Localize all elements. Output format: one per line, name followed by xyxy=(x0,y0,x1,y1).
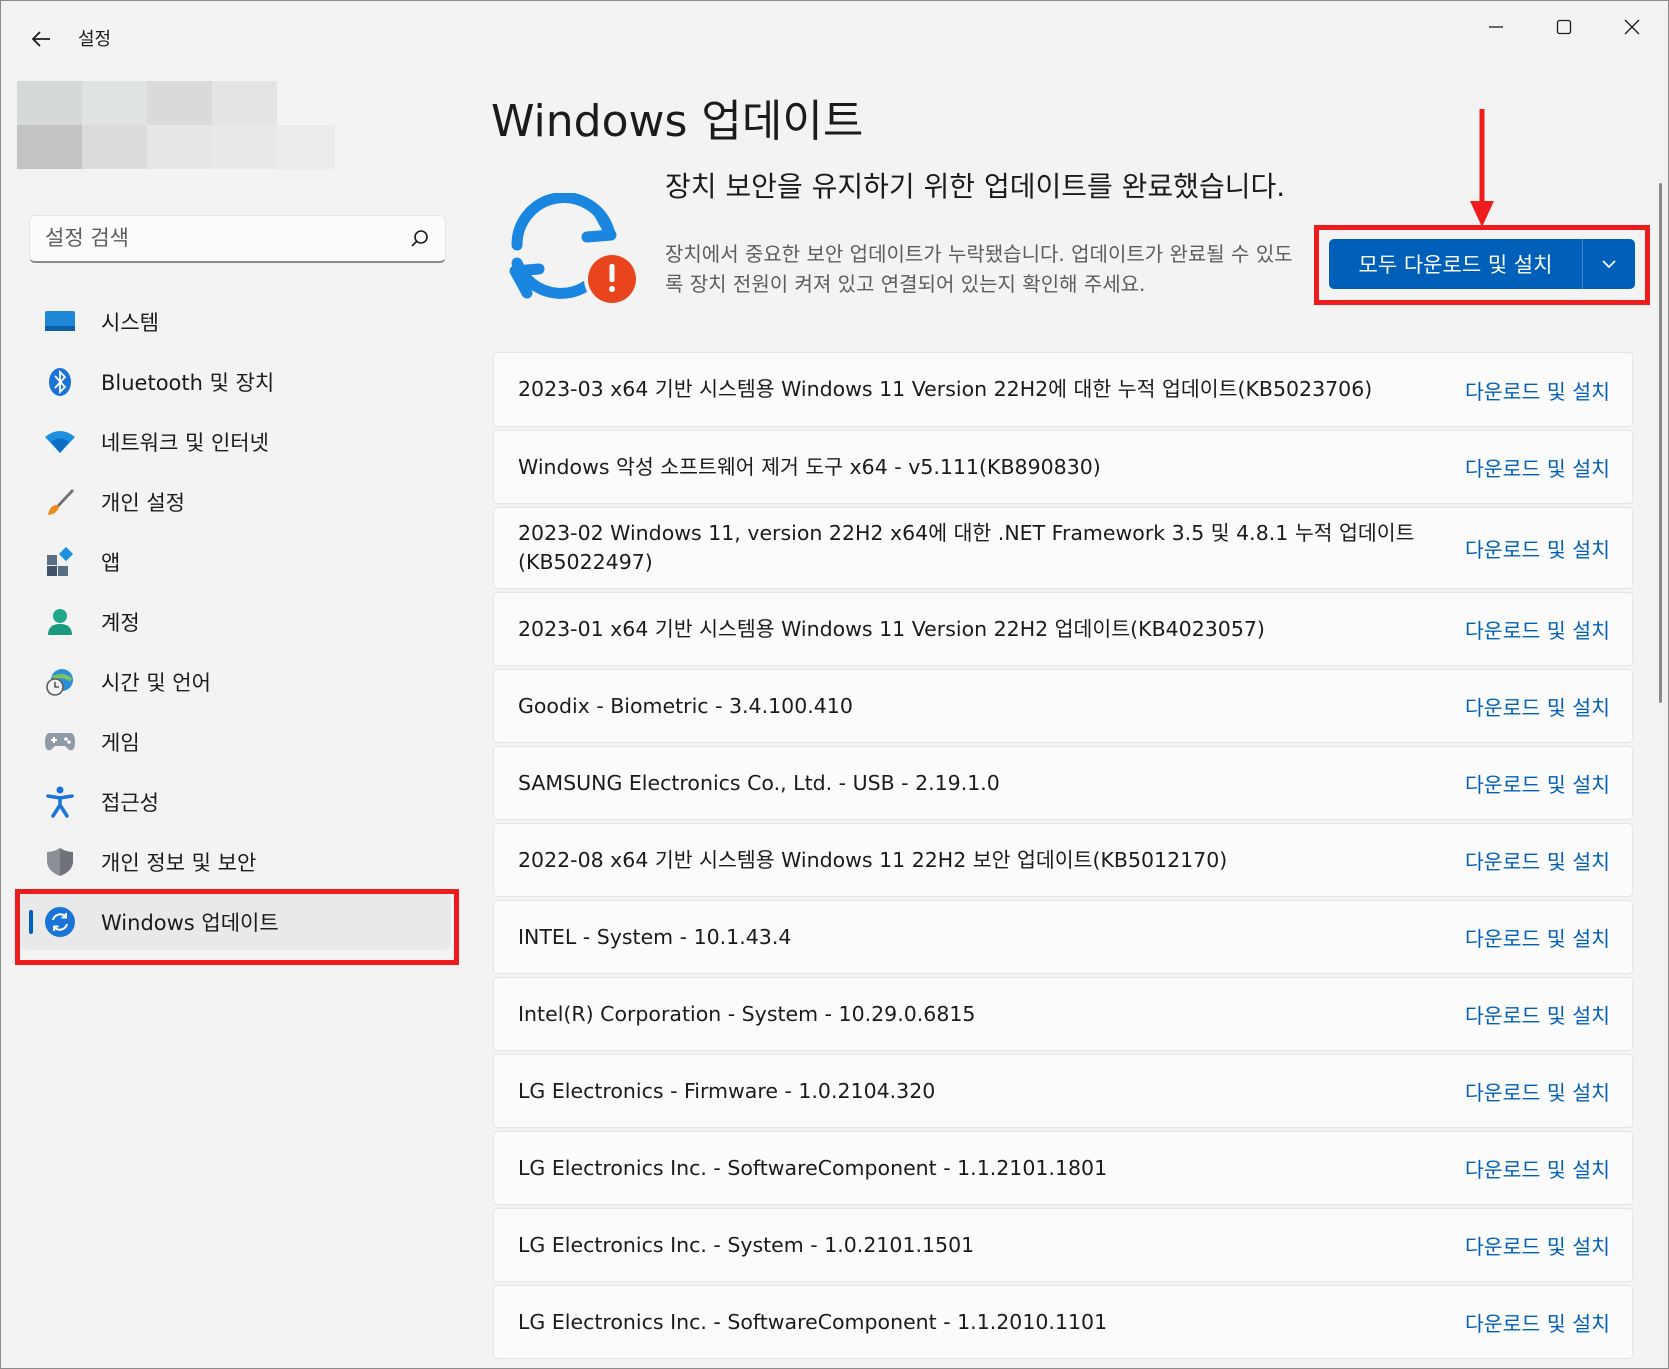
download-install-link[interactable]: 다운로드 및 설치 xyxy=(1465,1153,1610,1183)
download-install-link[interactable]: 다운로드 및 설치 xyxy=(1465,845,1610,875)
list-item: Windows 악성 소프트웨어 제거 도구 x64 - v5.111(KB89… xyxy=(493,430,1633,504)
shield-icon xyxy=(43,845,77,879)
update-name: 2023-02 Windows 11, version 22H2 x64에 대한… xyxy=(518,521,1415,574)
sidebar-item-label: 앱 xyxy=(101,551,121,575)
update-name: LG Electronics - Firmware - 1.0.2104.320 xyxy=(518,1078,936,1103)
list-item: 2023-03 x64 기반 시스템용 Windows 11 Version 2… xyxy=(493,352,1633,427)
search-icon[interactable] xyxy=(409,228,431,250)
download-install-link[interactable]: 다운로드 및 설치 xyxy=(1465,1230,1610,1260)
list-item: LG Electronics Inc. - SoftwareComponent … xyxy=(493,1285,1633,1359)
list-item: 2023-01 x64 기반 시스템용 Windows 11 Version 2… xyxy=(493,592,1633,666)
back-arrow-icon xyxy=(31,31,50,47)
chevron-down-icon xyxy=(1602,260,1616,269)
update-name: Intel(R) Corporation - System - 10.29.0.… xyxy=(518,1001,976,1026)
sidebar-item-label: 개인 정보 및 보안 xyxy=(101,851,257,875)
download-all-label[interactable]: 모두 다운로드 및 설치 xyxy=(1329,239,1583,289)
update-name: INTEL - System - 10.1.43.4 xyxy=(518,924,792,949)
settings-window: 설정 시스템 xyxy=(0,0,1669,1369)
download-install-link[interactable]: 다운로드 및 설치 xyxy=(1465,691,1610,721)
gamepad-icon xyxy=(43,725,77,759)
app-title: 설정 xyxy=(78,29,112,50)
close-button[interactable] xyxy=(1602,9,1662,45)
user-profile-blurred xyxy=(17,81,335,191)
wifi-icon xyxy=(43,425,77,459)
update-name: 2023-03 x64 기반 시스템용 Windows 11 Version 2… xyxy=(518,377,1373,401)
apps-icon xyxy=(43,545,77,579)
sidebar-item-label: 접근성 xyxy=(101,791,159,815)
sidebar-item-privacy-security[interactable]: 개인 정보 및 보안 xyxy=(21,834,451,890)
list-item: Goodix - Biometric - 3.4.100.410 다운로드 및 … xyxy=(493,669,1633,743)
list-item: 2022-08 x64 기반 시스템용 Windows 11 22H2 보안 업… xyxy=(493,823,1633,897)
update-name: 2022-08 x64 기반 시스템용 Windows 11 22H2 보안 업… xyxy=(518,847,1228,872)
download-install-link[interactable]: 다운로드 및 설치 xyxy=(1465,452,1610,482)
sidebar-item-time-language[interactable]: 시간 및 언어 xyxy=(21,654,451,710)
red-arrow-annotation xyxy=(1470,109,1494,227)
settings-search[interactable] xyxy=(29,215,446,263)
list-item: SAMSUNG Electronics Co., Ltd. - USB - 2.… xyxy=(493,746,1633,820)
status-heading: 장치 보안을 유지하기 위한 업데이트를 완료했습니다. xyxy=(665,170,1286,203)
bluetooth-icon xyxy=(43,365,77,399)
scrollbar[interactable] xyxy=(1659,183,1662,703)
close-icon xyxy=(1624,19,1640,35)
update-name: LG Electronics Inc. - SoftwareComponent … xyxy=(518,1309,1108,1334)
updates-list: 2023-03 x64 기반 시스템용 Windows 11 Version 2… xyxy=(493,352,1633,1362)
download-install-link[interactable]: 다운로드 및 설치 xyxy=(1465,1076,1610,1106)
title-bar: 설정 xyxy=(1,1,1668,73)
globe-clock-icon xyxy=(43,665,77,699)
sidebar-item-label: 시간 및 언어 xyxy=(101,671,211,695)
sidebar-item-label: Bluetooth 및 장치 xyxy=(101,371,275,395)
update-name: SAMSUNG Electronics Co., Ltd. - USB - 2.… xyxy=(518,770,1000,795)
monitor-icon xyxy=(43,305,77,339)
maximize-icon xyxy=(1556,19,1572,35)
person-icon xyxy=(43,605,77,639)
sidebar-item-bluetooth[interactable]: Bluetooth 및 장치 xyxy=(21,354,451,410)
minimize-icon xyxy=(1489,26,1503,28)
update-name: 2023-01 x64 기반 시스템용 Windows 11 Version 2… xyxy=(518,616,1265,641)
sidebar-item-network[interactable]: 네트워크 및 인터넷 xyxy=(21,414,451,470)
download-install-link[interactable]: 다운로드 및 설치 xyxy=(1465,614,1610,644)
sidebar-item-gaming[interactable]: 게임 xyxy=(21,714,451,770)
list-item: LG Electronics Inc. - SoftwareComponent … xyxy=(493,1131,1633,1205)
search-input[interactable] xyxy=(30,216,390,260)
brush-icon xyxy=(43,485,77,519)
download-install-link[interactable]: 다운로드 및 설치 xyxy=(1465,922,1610,952)
download-options-dropdown[interactable] xyxy=(1583,239,1635,289)
highlight-box-nav xyxy=(15,889,459,965)
download-install-link[interactable]: 다운로드 및 설치 xyxy=(1465,1307,1610,1337)
list-item: 2023-02 Windows 11, version 22H2 x64에 대한… xyxy=(493,507,1633,589)
list-item: Intel(R) Corporation - System - 10.29.0.… xyxy=(493,977,1633,1051)
sidebar-item-system[interactable]: 시스템 xyxy=(21,294,451,350)
list-item: INTEL - System - 10.1.43.4 다운로드 및 설치 xyxy=(493,900,1633,974)
sidebar-item-label: 계정 xyxy=(101,611,140,635)
sidebar-item-label: 네트워크 및 인터넷 xyxy=(101,431,269,455)
download-install-link[interactable]: 다운로드 및 설치 xyxy=(1465,999,1610,1029)
list-item: LG Electronics Inc. - System - 1.0.2101.… xyxy=(493,1208,1633,1282)
sidebar-item-label: 게임 xyxy=(101,731,140,755)
sidebar-item-accessibility[interactable]: 접근성 xyxy=(21,774,451,830)
update-warning-icon xyxy=(507,192,641,313)
download-install-link[interactable]: 다운로드 및 설치 xyxy=(1465,533,1610,563)
list-item: LG Electronics - Firmware - 1.0.2104.320… xyxy=(493,1054,1633,1128)
download-all-button[interactable]: 모두 다운로드 및 설치 xyxy=(1329,239,1635,289)
minimize-button[interactable] xyxy=(1466,9,1526,45)
page-title: Windows 업데이트 xyxy=(491,96,864,147)
sidebar-item-label: 개인 설정 xyxy=(101,491,185,515)
update-name: LG Electronics Inc. - System - 1.0.2101.… xyxy=(518,1232,975,1257)
sidebar-item-personalization[interactable]: 개인 설정 xyxy=(21,474,451,530)
download-install-link[interactable]: 다운로드 및 설치 xyxy=(1465,768,1610,798)
back-button[interactable] xyxy=(23,21,59,57)
sidebar-item-label: 시스템 xyxy=(101,311,159,335)
accessibility-icon xyxy=(43,785,77,819)
update-name: LG Electronics Inc. - SoftwareComponent … xyxy=(518,1155,1108,1180)
download-install-link[interactable]: 다운로드 및 설치 xyxy=(1465,375,1610,405)
status-detail: 장치에서 중요한 보안 업데이트가 누락됐습니다. 업데이트가 완료될 수 있도… xyxy=(665,242,1293,296)
maximize-button[interactable] xyxy=(1534,9,1594,45)
sidebar-item-apps[interactable]: 앱 xyxy=(21,534,451,590)
update-name: Windows 악성 소프트웨어 제거 도구 x64 - v5.111(KB89… xyxy=(518,454,1101,479)
sidebar-item-accounts[interactable]: 계정 xyxy=(21,594,451,650)
update-name: Goodix - Biometric - 3.4.100.410 xyxy=(518,693,853,718)
sidebar-nav: 시스템 Bluetooth 및 장치 네트워크 및 인터넷 개인 설정 앱 계정… xyxy=(21,294,451,954)
